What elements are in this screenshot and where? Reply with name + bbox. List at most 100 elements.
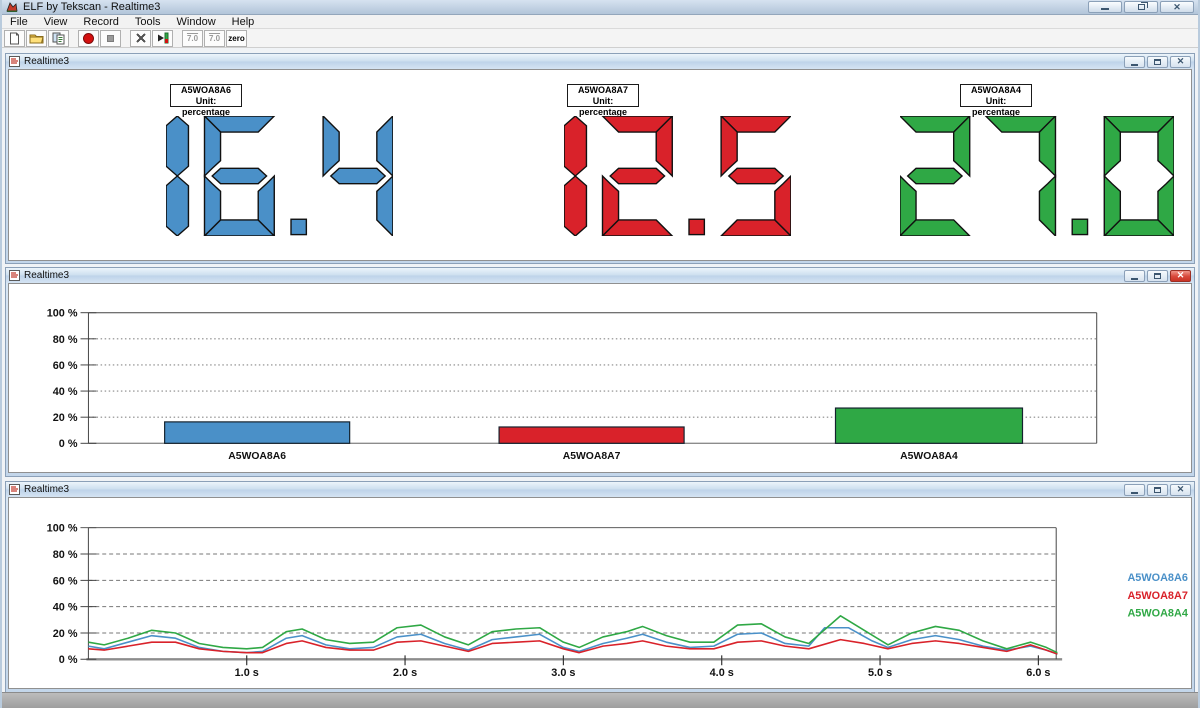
digits-minimize-button[interactable] (1124, 56, 1145, 68)
menu-item-window[interactable]: Window (169, 15, 224, 29)
svg-text:20 %: 20 % (53, 412, 78, 424)
toolbar-stop-button[interactable] (100, 30, 121, 47)
svg-text:A5WOA8A4: A5WOA8A4 (900, 451, 958, 462)
close-icon: ✕ (1177, 57, 1185, 66)
close-icon: ✕ (1177, 271, 1185, 280)
line-maximize-button[interactable] (1147, 484, 1168, 496)
digits-window-titlebar[interactable]: Realtime3 ✕ (6, 54, 1194, 69)
line-panel-content: 100 %80 %60 %40 %20 %0 %1.0 s2.0 s3.0 s4… (8, 497, 1192, 689)
toolbar-zero-label: zero (228, 34, 244, 43)
minimize-icon (1131, 278, 1138, 280)
svg-text:6.0 s: 6.0 s (1026, 667, 1050, 679)
close-button[interactable]: ✕ (1160, 1, 1194, 13)
menu-bar: FileViewRecordToolsWindowHelp (2, 15, 1198, 29)
minimize-icon (1131, 64, 1138, 66)
svg-text:0 %: 0 % (59, 438, 78, 450)
svg-text:100 %: 100 % (47, 308, 78, 320)
digits-panel-content: A5WOA8A6 Unit: percentage A5WOA8A7 Unit:… (8, 69, 1192, 261)
toolbar-tare-2-button[interactable]: 7.0 (204, 30, 225, 47)
page-icon (8, 32, 21, 45)
bar-window-title: Realtime3 (24, 270, 69, 281)
bar-panel-content: 100 %80 %60 %40 %20 %0 %A5WOA8A6A5WOA8A7… (8, 283, 1192, 473)
sensor-label-A5WOA8A7: A5WOA8A7 Unit: percentage (567, 84, 639, 107)
minimize-icon (1131, 492, 1138, 494)
bar-minimize-button[interactable] (1124, 270, 1145, 282)
close-icon: ✕ (1177, 485, 1185, 494)
legend-entry-A5WOA8A4: A5WOA8A4 (1127, 608, 1187, 620)
minimize-button[interactable] (1088, 1, 1122, 13)
sensor-label-A5WOA8A4: A5WOA8A4 Unit: percentage (960, 84, 1032, 107)
close-icon: ✕ (1173, 3, 1181, 12)
svg-text:A5WOA8A6: A5WOA8A6 (228, 451, 286, 462)
sensor-id: A5WOA8A6 (171, 85, 241, 96)
title-bar[interactable]: ELF by Tekscan - Realtime3 ✕ (2, 0, 1198, 15)
svg-text:1.0 s: 1.0 s (235, 667, 259, 679)
calibration-bar-icon (156, 32, 169, 44)
copy-pages-icon (52, 32, 66, 45)
menu-item-record[interactable]: Record (75, 15, 126, 29)
toolbar-tare-1-button[interactable]: 7.0 (182, 30, 203, 47)
seven-segment-display-blue (166, 116, 393, 236)
sensor-id: A5WOA8A7 (568, 85, 638, 96)
toolbar-open-file-button[interactable] (26, 30, 47, 47)
maximize-icon (1154, 59, 1161, 65)
bar-chart: 100 %80 %60 %40 %20 %0 %A5WOA8A6A5WOA8A7… (9, 284, 1191, 472)
svg-text:80 %: 80 % (53, 549, 78, 561)
status-bar (2, 692, 1198, 708)
x-marker-icon (135, 32, 147, 44)
svg-text:60 %: 60 % (53, 575, 78, 587)
toolbar-copy-button[interactable] (48, 30, 69, 47)
svg-text:0 %: 0 % (59, 654, 78, 666)
svg-text:2.0 s: 2.0 s (393, 667, 417, 679)
toolbar-tare-1-label: 7.0 (187, 34, 198, 43)
document-icon (9, 270, 20, 281)
menu-item-view[interactable]: View (36, 15, 76, 29)
line-close-button[interactable]: ✕ (1170, 484, 1191, 496)
toolbar-zero-button[interactable]: zero (226, 30, 247, 47)
sensor-unit: Unit: percentage (171, 96, 241, 118)
svg-text:A5WOA8A7: A5WOA8A7 (563, 451, 621, 462)
digits-maximize-button[interactable] (1147, 56, 1168, 68)
app-icon (6, 1, 18, 13)
svg-text:100 %: 100 % (47, 523, 78, 535)
toolbar-tare-2-label: 7.0 (209, 34, 220, 43)
menu-item-help[interactable]: Help (224, 15, 263, 29)
window-title: ELF by Tekscan - Realtime3 (23, 1, 160, 13)
svg-text:80 %: 80 % (53, 334, 78, 346)
toolbar-new-file-button[interactable] (4, 30, 25, 47)
toolbar-record-button[interactable] (78, 30, 99, 47)
legend-entry-A5WOA8A6: A5WOA8A6 (1127, 572, 1187, 584)
toolbar-marker-button[interactable] (130, 30, 151, 47)
realtime-line-window: Realtime3 ✕ 100 %80 %60 %40 %20 %0 %1.0 … (5, 481, 1195, 693)
bar-maximize-button[interactable] (1147, 270, 1168, 282)
menu-item-file[interactable]: File (2, 15, 36, 29)
line-window-titlebar[interactable]: Realtime3 ✕ (6, 482, 1194, 497)
digits-close-button[interactable]: ✕ (1170, 56, 1191, 68)
maximize-icon (1154, 273, 1161, 279)
folder-icon (29, 32, 44, 44)
realtime-bar-window: Realtime3 ✕ 100 %80 %60 %40 %20 %0 %A5WO… (5, 267, 1195, 477)
realtime-digits-window: Realtime3 ✕ A5WOA8A6 Unit: percentage A5… (5, 53, 1195, 264)
toolbar-calibrate-button[interactable] (152, 30, 173, 47)
minimize-icon (1101, 8, 1109, 10)
stop-square-icon (105, 33, 116, 44)
svg-text:20 %: 20 % (53, 628, 78, 640)
sensor-unit: Unit: percentage (568, 96, 638, 118)
svg-text:4.0 s: 4.0 s (710, 667, 734, 679)
menu-item-tools[interactable]: Tools (127, 15, 169, 29)
bar-window-titlebar[interactable]: Realtime3 ✕ (6, 268, 1194, 283)
maximize-icon (1154, 487, 1161, 493)
line-chart: 100 %80 %60 %40 %20 %0 %1.0 s2.0 s3.0 s4… (9, 498, 1191, 688)
mdi-area: Realtime3 ✕ A5WOA8A6 Unit: percentage A5… (4, 49, 1196, 692)
svg-text:3.0 s: 3.0 s (551, 667, 575, 679)
restore-icon (1138, 4, 1145, 10)
restore-button[interactable] (1124, 1, 1158, 13)
line-minimize-button[interactable] (1124, 484, 1145, 496)
svg-text:60 %: 60 % (53, 360, 78, 372)
sensor-unit: Unit: percentage (961, 96, 1031, 118)
svg-text:5.0 s: 5.0 s (868, 667, 892, 679)
document-icon (9, 56, 20, 67)
bar-close-button[interactable]: ✕ (1170, 270, 1191, 282)
line-window-title: Realtime3 (24, 484, 69, 495)
digits-window-title: Realtime3 (24, 56, 69, 67)
